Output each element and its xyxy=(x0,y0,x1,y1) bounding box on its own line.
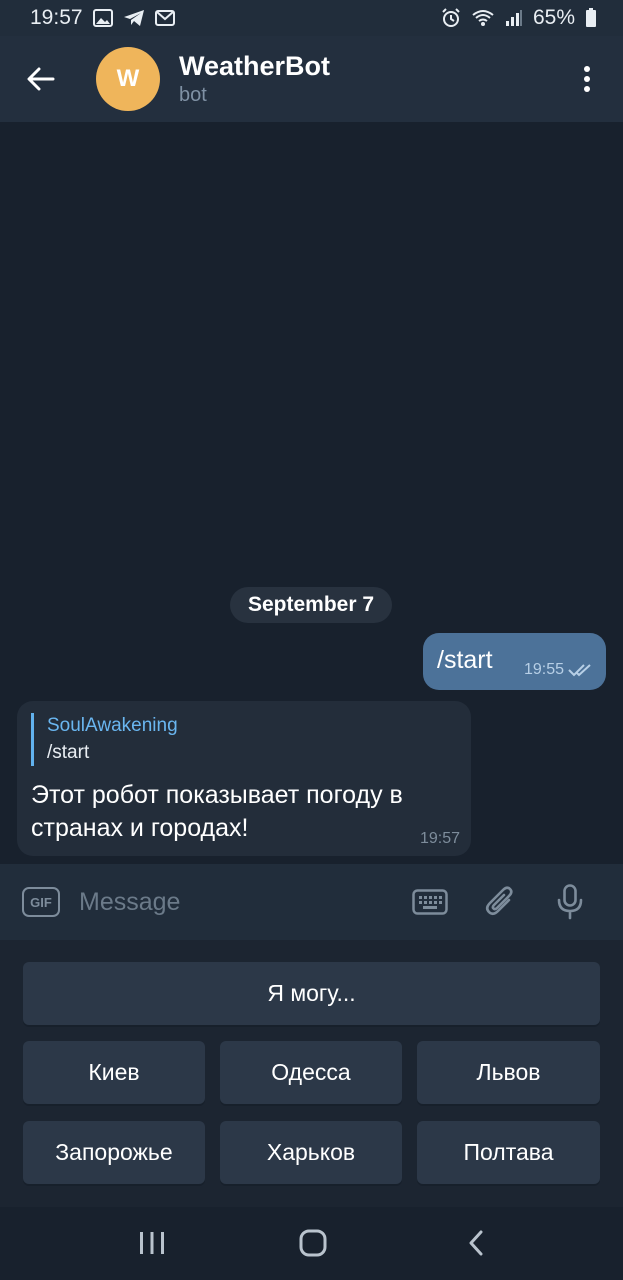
keyboard-button-odessa[interactable]: Одесса xyxy=(220,1041,402,1104)
status-left: 19:57 xyxy=(30,6,175,30)
chat-area[interactable]: September 7 /start 19:55 SoulAwakening /… xyxy=(0,122,623,864)
gallery-icon xyxy=(92,9,113,27)
bot-keyboard: Я могу... Киев Одесса Львов Запорожье Ха… xyxy=(0,940,623,1207)
reply-quote[interactable]: SoulAwakening /start xyxy=(31,713,178,766)
more-menu-button[interactable] xyxy=(551,36,623,122)
home-button[interactable] xyxy=(273,1213,353,1273)
chat-subtitle: bot xyxy=(179,84,207,106)
signal-icon xyxy=(505,9,523,27)
bot-keyboard-button[interactable] xyxy=(401,872,459,932)
gmail-icon xyxy=(154,10,175,26)
recent-apps-button[interactable] xyxy=(112,1213,192,1273)
keyboard-icon xyxy=(412,889,448,915)
telegram-icon xyxy=(123,9,145,27)
outgoing-message-meta: 19:55 xyxy=(524,661,594,679)
chat-title: WeatherBot xyxy=(179,51,331,81)
avatar[interactable]: W xyxy=(96,47,160,111)
keyboard-button-lviv[interactable]: Львов xyxy=(417,1041,600,1104)
voice-button[interactable] xyxy=(541,872,599,932)
status-bar: 19:57 65% xyxy=(0,0,623,36)
keyboard-button-ya-mogu[interactable]: Я могу... xyxy=(23,962,600,1025)
home-icon xyxy=(299,1229,327,1257)
status-time: 19:57 xyxy=(30,6,83,29)
arrow-left-icon xyxy=(27,67,55,91)
chat-title-block[interactable]: WeatherBot bot xyxy=(179,50,551,108)
attach-button[interactable] xyxy=(471,872,529,932)
chat-header: W WeatherBot bot xyxy=(0,36,623,122)
paperclip-icon xyxy=(485,886,513,916)
microphone-icon xyxy=(557,884,583,920)
double-check-icon xyxy=(568,664,591,677)
alarm-icon xyxy=(441,8,461,28)
keyboard-button-zaporozhye[interactable]: Запорожье xyxy=(23,1121,205,1184)
more-vertical-icon xyxy=(584,66,590,92)
battery-icon xyxy=(585,8,597,28)
gif-button[interactable]: GIF xyxy=(22,887,60,917)
incoming-message-text: Этот робот показывает погоду в странах и… xyxy=(31,781,403,842)
reply-text: /start xyxy=(47,742,90,763)
keyboard-button-kiev[interactable]: Киев xyxy=(23,1041,205,1104)
recent-apps-icon xyxy=(140,1232,164,1254)
system-back-button[interactable] xyxy=(436,1213,516,1273)
incoming-message-time: 19:57 xyxy=(419,830,460,847)
battery-percent: 65% xyxy=(532,6,575,29)
keyboard-button-poltava[interactable]: Полтава xyxy=(417,1121,600,1184)
date-separator: September 7 xyxy=(230,587,392,623)
keyboard-button-kharkov[interactable]: Харьков xyxy=(220,1121,402,1184)
reply-author: SoulAwakening xyxy=(47,715,178,736)
message-composer: GIF xyxy=(0,864,623,940)
back-button[interactable] xyxy=(0,36,82,122)
outgoing-message-text: /start xyxy=(437,646,493,674)
status-right: 65% xyxy=(441,6,597,30)
system-nav-bar xyxy=(0,1207,623,1280)
outgoing-message[interactable]: /start 19:55 xyxy=(423,633,606,690)
outgoing-message-time: 19:55 xyxy=(523,661,564,678)
message-input[interactable] xyxy=(79,880,389,924)
chevron-left-icon xyxy=(469,1230,483,1256)
wifi-icon xyxy=(471,9,495,27)
incoming-message[interactable]: SoulAwakening /start Этот робот показыва… xyxy=(17,701,471,856)
